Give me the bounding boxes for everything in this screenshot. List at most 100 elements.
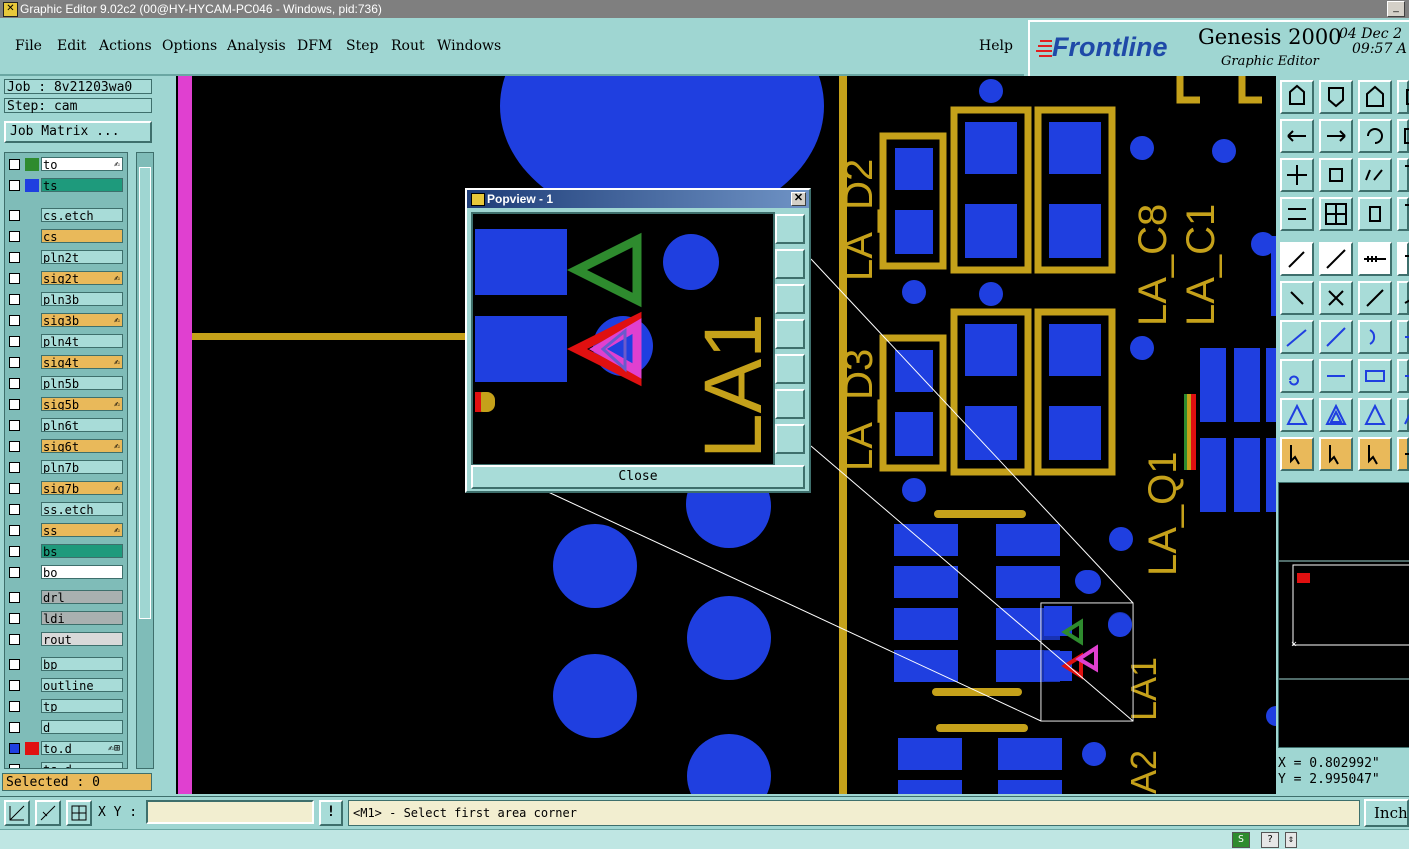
grid-toggle-icon[interactable] (1319, 197, 1353, 231)
menu-help[interactable]: Help (979, 38, 1013, 54)
triangle-label-icon[interactable] (1358, 398, 1392, 432)
layer-color-swatch[interactable] (25, 679, 39, 692)
layer-name-tp[interactable]: tp (41, 699, 123, 713)
layer-name-sig5b[interactable]: sig5b ✍ (41, 397, 123, 411)
grid-icon[interactable] (66, 800, 92, 826)
layer-list-scrollbar[interactable] (136, 152, 154, 769)
select-box-icon[interactable] (1319, 437, 1353, 471)
layer-row[interactable]: bs (5, 544, 127, 559)
zoom-extra-icon[interactable] (1397, 158, 1409, 192)
layer-color-swatch[interactable] (25, 482, 39, 495)
layer-name-sig6t[interactable]: sig6t ✍ (41, 439, 123, 453)
layer-color-swatch[interactable] (25, 721, 39, 734)
zoom-fit-icon[interactable] (1280, 158, 1314, 192)
popview-pan-down-button[interactable] (775, 284, 805, 314)
layer-color-swatch[interactable] (25, 209, 39, 222)
layer-checkbox[interactable] (9, 701, 20, 712)
home-up-icon[interactable] (1280, 80, 1314, 114)
layer-name-sig2t[interactable]: sig2t ✍ (41, 271, 123, 285)
layer-checkbox[interactable] (9, 483, 20, 494)
layer-checkbox[interactable] (9, 294, 20, 305)
layer-name-cs-etch[interactable]: cs.etch (41, 208, 123, 222)
status-s-icon[interactable]: S (1232, 832, 1250, 848)
menu-step[interactable]: Step (346, 38, 378, 54)
layer-checkbox[interactable] (9, 252, 20, 263)
layer-name-drl[interactable]: drl (41, 590, 123, 604)
layer-row[interactable]: bo (5, 565, 127, 580)
layer-color-swatch[interactable] (25, 591, 39, 604)
layer-color-swatch[interactable] (25, 566, 39, 579)
home-icon[interactable] (1358, 80, 1392, 114)
popview-close-button[interactable]: Close (471, 465, 805, 489)
menu-windows[interactable]: Windows (437, 38, 501, 54)
layer-color-swatch[interactable] (25, 179, 39, 192)
popview-titlebar[interactable]: Popview - 1 ✕ (467, 190, 809, 208)
layer-name-sig3b[interactable]: sig3b ✍ (41, 313, 123, 327)
layer-checkbox[interactable] (9, 159, 20, 170)
popview-canvas[interactable]: LA1 (471, 212, 775, 466)
measure-box-icon[interactable] (1358, 359, 1392, 393)
layer-color-swatch[interactable] (25, 633, 39, 646)
layer-color-swatch[interactable] (25, 356, 39, 369)
pan-left-icon[interactable] (1280, 119, 1314, 153)
layer-name-to[interactable]: to ✍ (41, 157, 123, 171)
layer-name-pln3b[interactable]: pln3b (41, 292, 123, 306)
layer-row[interactable]: cs (5, 229, 127, 244)
link-extra-icon[interactable] (1397, 281, 1409, 315)
layer-row[interactable]: pln7b (5, 460, 127, 475)
layer-row[interactable]: pln5b (5, 376, 127, 391)
layer-color-swatch[interactable] (25, 763, 39, 768)
triangle-extra-icon[interactable] (1397, 398, 1409, 432)
popview-pan-left-button[interactable] (775, 319, 805, 349)
layer-row[interactable]: sig7b ✍ (5, 481, 127, 496)
layer-row[interactable]: tp (5, 699, 127, 714)
layer-row[interactable]: to ✍ (5, 157, 127, 172)
layer-color-swatch[interactable] (25, 419, 39, 432)
link-icon[interactable] (1358, 281, 1392, 315)
select-extra-icon[interactable] (1397, 437, 1409, 471)
select-net-icon[interactable] (1358, 437, 1392, 471)
pan-far-icon[interactable] (1397, 119, 1409, 153)
triangle-icon[interactable] (1280, 398, 1314, 432)
warning-button[interactable]: ! (319, 800, 343, 826)
layer-color-swatch[interactable] (25, 503, 39, 516)
snap-icon[interactable] (4, 800, 30, 826)
home-right-icon[interactable] (1397, 80, 1409, 114)
layer-row[interactable]: d (5, 720, 127, 735)
draw-diag-icon[interactable] (1319, 320, 1353, 354)
layer-row[interactable]: outline (5, 678, 127, 693)
scrollbar-thumb[interactable] (139, 167, 151, 619)
layer-checkbox[interactable] (9, 315, 20, 326)
layer-checkbox[interactable] (9, 634, 20, 645)
layer-color-swatch[interactable] (25, 377, 39, 390)
layer-checkbox[interactable] (9, 659, 20, 670)
layer-checkbox[interactable] (9, 525, 20, 536)
cross-icon[interactable] (1319, 281, 1353, 315)
layer-row[interactable]: pln3b (5, 292, 127, 307)
layer-name-bo[interactable]: bo (41, 565, 123, 579)
layer-row[interactable]: pln2t (5, 250, 127, 265)
arc-extra-icon[interactable] (1397, 320, 1409, 354)
layer-row[interactable]: rout (5, 632, 127, 647)
layer-row[interactable]: ldi (5, 611, 127, 626)
menu-edit[interactable]: Edit (57, 38, 86, 54)
layer-name-to-d[interactable]: to.d ✍⊞ (41, 741, 123, 755)
menu-analysis[interactable]: Analysis (227, 38, 286, 54)
layer-checkbox[interactable] (9, 567, 20, 578)
layer-color-swatch[interactable] (25, 314, 39, 327)
layer-color-swatch[interactable] (25, 440, 39, 453)
layer-checkbox[interactable] (9, 743, 20, 754)
layer-name-ss-etch[interactable]: ss.etch (41, 502, 123, 516)
layer-name-ss[interactable]: ss ✍ (41, 523, 123, 537)
layer-color-swatch[interactable] (25, 251, 39, 264)
units-button[interactable]: Inch (1364, 799, 1409, 827)
layer-name-bp[interactable]: bp (41, 657, 123, 671)
layer-extra-icon[interactable] (1397, 197, 1409, 231)
layer-name-ldi[interactable]: ldi (41, 611, 123, 625)
layer-stack-icon[interactable] (1358, 197, 1392, 231)
menu-options[interactable]: Options (162, 38, 217, 54)
layer-row[interactable]: sig5b ✍ (5, 397, 127, 412)
layer-row[interactable]: sig4t ✍ (5, 355, 127, 370)
layer-name-pln6t[interactable]: pln6t (41, 418, 123, 432)
measure-extra-icon[interactable] (1397, 359, 1409, 393)
